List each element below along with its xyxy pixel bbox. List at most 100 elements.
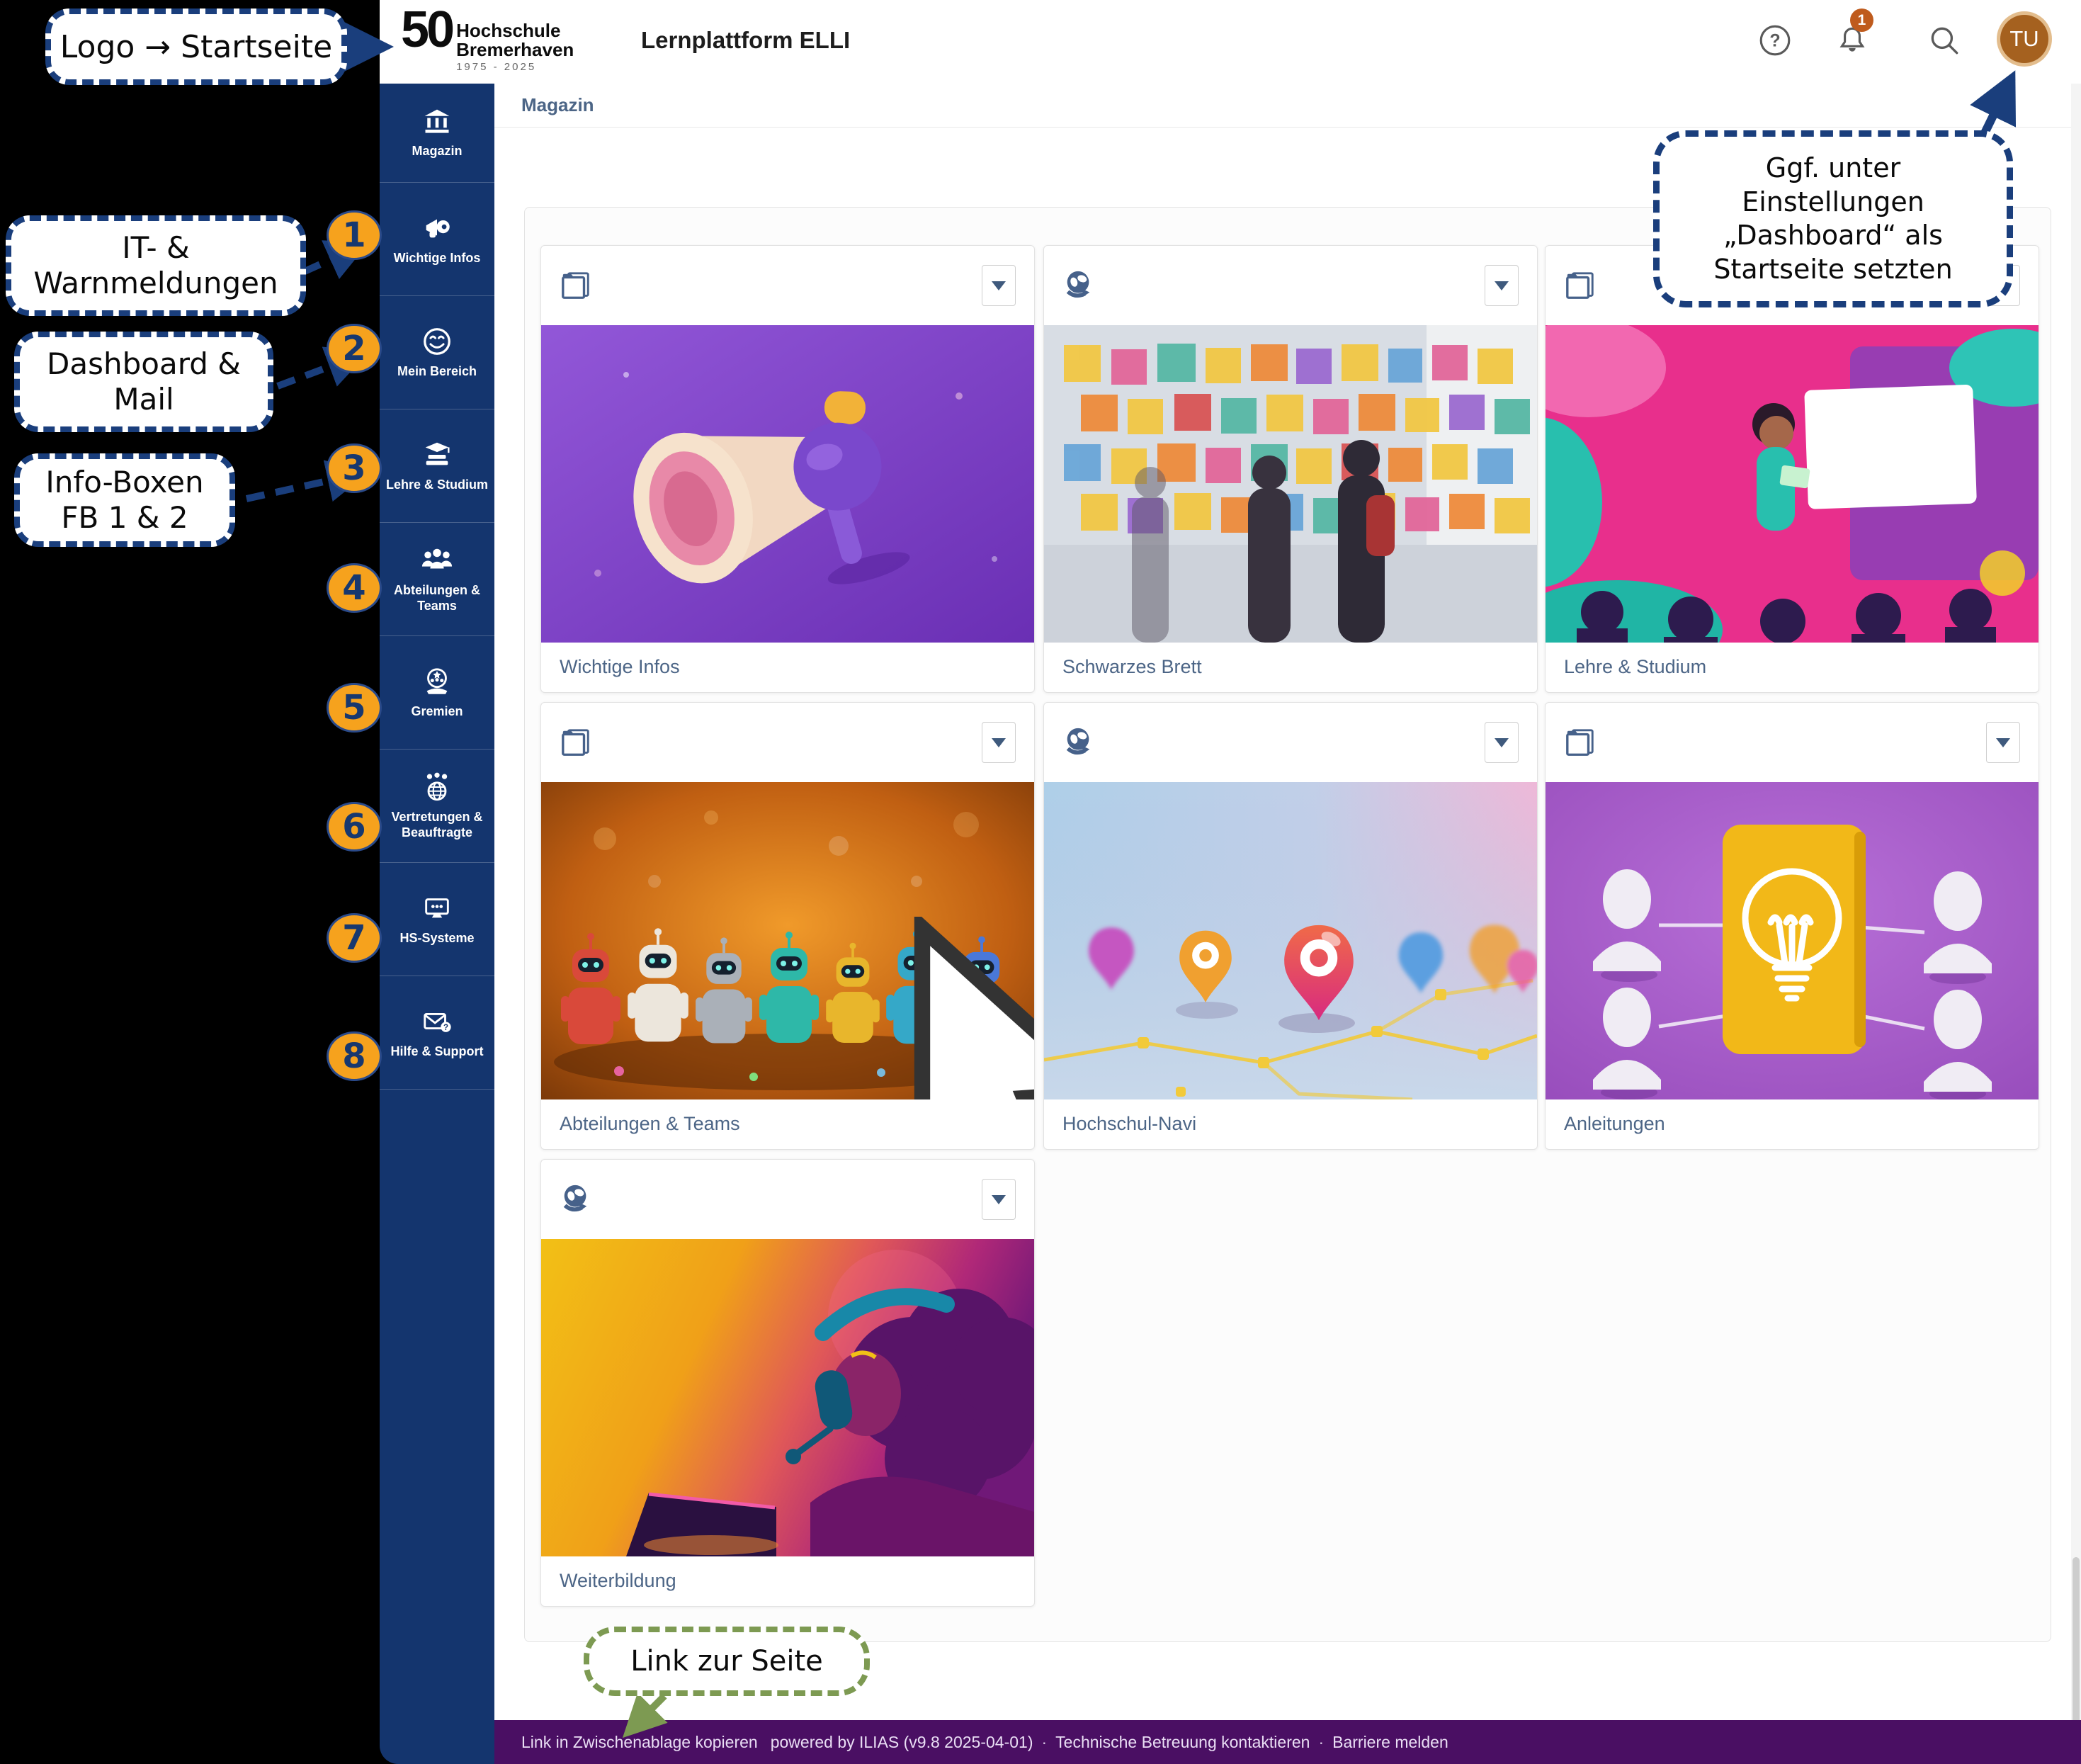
mail-question-icon: ? <box>421 1005 453 1038</box>
card-title: Abteilungen & Teams <box>541 1099 1034 1148</box>
callout-line: Warnmeldungen <box>33 266 278 301</box>
top-bar: 50 Hochschule Bremerhaven 1975 - 2025 Le… <box>380 0 2081 84</box>
callout-line: Info-Boxen <box>45 465 203 500</box>
callout-line: FB 1 & 2 <box>61 500 188 536</box>
annotation-number-7: 7 <box>327 913 382 963</box>
callout-line: Einstellungen <box>1742 186 1924 220</box>
card-title: Weiterbildung <box>541 1556 1034 1605</box>
chevron-down-icon <box>992 738 1006 747</box>
card-title-link[interactable]: Wichtige Infos <box>560 656 680 678</box>
main-content: Magazin <box>494 84 2081 1764</box>
card-title: Lehre & Studium <box>1546 643 2039 691</box>
chevron-down-icon <box>1996 738 2010 747</box>
card-header <box>541 1160 1034 1239</box>
card-image-abteilungen-teams[interactable] <box>541 782 1034 1099</box>
chevron-down-icon <box>992 281 1006 290</box>
card-hochschul-navi: Hochschul-Navi <box>1043 702 1538 1150</box>
sidebar-item-label: Magazin <box>412 144 462 159</box>
actions-dropdown-button[interactable] <box>1986 722 2020 763</box>
folder-icon <box>1564 726 1597 759</box>
search-icon[interactable] <box>1927 23 1962 58</box>
logo-line1: Hochschule <box>456 21 574 40</box>
annotation-number-8: 8 <box>327 1031 382 1081</box>
card-header <box>1546 703 2039 782</box>
avatar[interactable]: TU <box>2000 15 2048 63</box>
footer-separator: · <box>1041 1733 1047 1752</box>
card-schwarzes-brett: Schwarzes Brett <box>1043 245 1538 693</box>
sidebar-item-hilfe-support[interactable]: ? Hilfe & Support <box>380 976 494 1090</box>
sidebar-item-hs-systeme[interactable]: HS-Systeme <box>380 863 494 976</box>
card-title-link[interactable]: Hochschul-Navi <box>1062 1113 1196 1135</box>
sidebar-item-gremien[interactable]: Gremien <box>380 636 494 750</box>
sidebar-item-lehre-studium[interactable]: Lehre & Studium <box>380 409 494 523</box>
copy-link-action[interactable]: Link in Zwischenablage kopieren <box>521 1733 758 1752</box>
actions-dropdown-button[interactable] <box>982 722 1016 763</box>
callout-text: Link zur Seite <box>630 1645 823 1678</box>
notification-badge: 1 <box>1850 9 1873 32</box>
annotation-number-6: 6 <box>327 802 382 852</box>
sidebar-item-mein-bereich[interactable]: Mein Bereich <box>380 296 494 409</box>
support-contact-link[interactable]: Technische Betreuung kontaktieren <box>1055 1733 1310 1752</box>
folder-icon <box>560 269 592 302</box>
footer-separator: · <box>1318 1733 1324 1752</box>
card-title: Wichtige Infos <box>541 643 1034 691</box>
logo-link[interactable]: 50 Hochschule Bremerhaven 1975 - 2025 <box>401 6 574 73</box>
callout-link-zur-seite: Link zur Seite <box>584 1627 870 1696</box>
people-group-icon <box>421 544 453 577</box>
report-barrier-link[interactable]: Barriere melden <box>1332 1733 1448 1752</box>
globe-people-icon <box>421 771 453 803</box>
actions-dropdown-button[interactable] <box>982 265 1016 306</box>
breadcrumb-link-magazin[interactable]: Magazin <box>521 94 594 116</box>
actions-dropdown-button[interactable] <box>1485 265 1519 306</box>
folder-icon <box>1564 269 1597 302</box>
annotation-number-1: 1 <box>327 210 382 260</box>
weblink-icon <box>560 1183 592 1216</box>
bank-icon <box>421 106 453 137</box>
help-icon[interactable]: ? <box>1757 23 1793 58</box>
sidebar-item-vertretungen-beauftragte[interactable]: Vertretungen & Beauftragte <box>380 750 494 863</box>
card-title-link[interactable]: Anleitungen <box>1564 1113 1665 1135</box>
sidebar-item-label: Lehre & Studium <box>386 477 488 493</box>
sidebar-item-label: Gremien <box>411 704 463 720</box>
card-image-lehre-studium[interactable] <box>1546 325 2039 643</box>
callout-logo-startseite: Logo → Startseite <box>45 9 347 85</box>
annotation-number-4: 4 <box>327 563 382 613</box>
card-title-link[interactable]: Abteilungen & Teams <box>560 1113 740 1135</box>
annotation-number-3: 3 <box>327 443 382 493</box>
sidebar-item-abteilungen-teams[interactable]: Abteilungen & Teams <box>380 523 494 636</box>
card-title-link[interactable]: Weiterbildung <box>560 1570 676 1592</box>
card-header <box>541 246 1034 325</box>
card-title-link[interactable]: Schwarzes Brett <box>1062 656 1202 678</box>
actions-dropdown-button[interactable] <box>982 1179 1016 1220</box>
repository-panel: Wichtige Infos <box>524 207 2051 1642</box>
chevron-down-icon <box>1495 738 1509 747</box>
callout-line: Startseite setzten <box>1713 253 1952 287</box>
actions-dropdown-button[interactable] <box>1485 722 1519 763</box>
callout-dashboard-mail: Dashboard & Mail <box>14 332 273 432</box>
card-title-link[interactable]: Lehre & Studium <box>1564 656 1706 678</box>
callout-line: Dashboard & <box>47 346 241 382</box>
megaphone-icon <box>421 212 453 244</box>
sidebar-item-label: Hilfe & Support <box>391 1044 484 1060</box>
weblink-icon <box>1062 726 1095 759</box>
powered-by-ilias-link[interactable]: powered by ILIAS (v9.8 2025-04-01) <box>771 1733 1033 1752</box>
callout-line: Mail <box>113 382 174 417</box>
card-header <box>1044 703 1537 782</box>
card-image-weiterbildung[interactable] <box>541 1239 1034 1556</box>
card-image-anleitungen[interactable] <box>1546 782 2039 1099</box>
scrollbar[interactable] <box>2071 84 2081 1764</box>
weblink-icon <box>1062 269 1095 302</box>
logo-years: 1975 - 2025 <box>456 61 574 73</box>
mouse-cursor <box>766 917 1034 1099</box>
sidebar-item-magazin[interactable]: Magazin <box>380 84 494 183</box>
card-wichtige-infos: Wichtige Infos <box>540 245 1035 693</box>
card-lehre-studium: Lehre & Studium <box>1545 245 2039 693</box>
callout-infoboxen: Info-Boxen FB 1 & 2 <box>14 453 235 547</box>
card-image-schwarzes-brett[interactable] <box>1044 325 1537 643</box>
callout-it-warnmeldungen: IT- & Warnmeldungen <box>6 215 306 316</box>
card-image-wichtige-infos[interactable] <box>541 325 1034 643</box>
card-image-hochschul-navi[interactable] <box>1044 782 1537 1099</box>
callout-line: Ggf. unter <box>1766 152 1900 186</box>
sidebar-item-wichtige-infos[interactable]: Wichtige Infos <box>380 183 494 296</box>
callout-line: IT- & <box>122 230 189 266</box>
